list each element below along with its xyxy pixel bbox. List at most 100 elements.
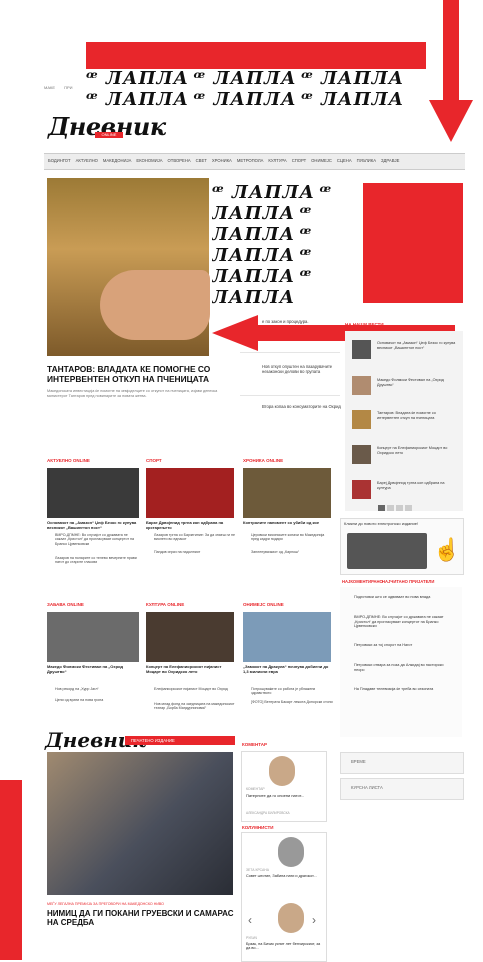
section-image[interactable] xyxy=(146,612,234,662)
nav-item[interactable]: ХРОНИКА xyxy=(212,158,232,164)
nav-item[interactable]: МЕТРОПОЛА xyxy=(237,158,264,164)
section-caption[interactable]: Македо Филмски Фестивал на „Охрид Друштв… xyxy=(47,664,139,675)
exchange-widget[interactable]: КУРСНА ЛИСТА xyxy=(340,778,464,800)
section-image[interactable] xyxy=(146,468,234,518)
topbar-link-2[interactable]: ПРИ xyxy=(64,85,72,90)
news-thumb[interactable] xyxy=(352,445,371,464)
hero-description: Македонската инвестиција ќе помогне на з… xyxy=(47,389,218,398)
section-label[interactable]: СПОРТ xyxy=(146,458,162,463)
list-item[interactable]: Подготовки што се одвиваат во нова влада xyxy=(354,595,454,600)
section-bullet[interactable]: Нов рекорд на „Хурр Јагл“ xyxy=(55,687,139,691)
nav-item[interactable]: ОНИМЕЈС xyxy=(311,158,332,164)
logo-online-badge: ONLINE xyxy=(95,132,123,138)
news-thumb[interactable] xyxy=(352,340,371,359)
news-link[interactable]: Основачот на „Амазон“ Џеф Безос го купув… xyxy=(377,341,457,350)
nav-item[interactable]: БОДИНГОТ xyxy=(48,158,71,164)
nav-item[interactable]: ПУБЛИКА xyxy=(357,158,376,164)
section-bullet[interactable]: Церовски висинските копачи во Македонија… xyxy=(251,533,333,542)
section-label[interactable]: ОНИМЕЈС ONLINE xyxy=(243,602,284,607)
e-edition-promo[interactable]: Кликни до новото електронско издание! ☝ xyxy=(340,518,464,575)
section-bullet[interactable]: Лазаров на поларите со телево вечерните … xyxy=(55,556,139,565)
side-link-2[interactable]: Нов откуп опуштен на пазарувачите незако… xyxy=(262,364,342,375)
nav-item[interactable]: МАКЕДОНИЈА xyxy=(103,158,132,164)
list-item[interactable]: Петровски за тој спорот на Нагот xyxy=(354,643,454,648)
left-arrow-head-icon xyxy=(212,315,258,351)
section-caption[interactable]: „Замокот на Дракула“ почнува добиени до … xyxy=(243,664,333,675)
main-nav: БОДИНГОТ АКТУЕЛНО МАКЕДОНИЈА ЕКОНОМИЈА О… xyxy=(44,153,465,170)
side-link-1[interactable]: е по закон и процедура. xyxy=(262,319,342,325)
carousel-next-icon[interactable]: › xyxy=(312,913,316,927)
section-bullet[interactable]: Лазаров тргна со Барзегиние: За да знаеш… xyxy=(154,533,236,542)
carousel-prev-icon[interactable]: ‹ xyxy=(248,913,252,927)
section-image[interactable] xyxy=(243,468,331,518)
red-ad-banner xyxy=(86,42,426,69)
section-image[interactable] xyxy=(243,612,331,662)
news-link[interactable]: Македо Филмски Фестивал на „Охрид Друштв… xyxy=(377,378,457,387)
print-lead-image[interactable] xyxy=(47,752,233,895)
hero-headline[interactable]: ТАНТАРОВ: ВЛАДАТА КЕ ПОМОГНЕ СО ИНТЕРВЕН… xyxy=(47,364,217,384)
e-edition-text: Кликни до новото електронско издание! xyxy=(344,521,419,526)
columnist-text[interactable]: Брзак, на Бичик успит лет бенчирскиот, з… xyxy=(246,942,322,951)
section-bullet[interactable]: Потрошуваќите со работа је ублажени здра… xyxy=(251,687,333,696)
list-item[interactable]: Петровски отвара за поза да Алкидај во п… xyxy=(354,663,454,672)
komentar-box[interactable]: КОМЕНТАР Патерните да го споени патот...… xyxy=(241,751,327,822)
section-label[interactable]: ХРОНИКА ONLINE xyxy=(243,458,283,463)
section-caption[interactable]: Барзе Дрвојпнид тргна кон одбрана на крс… xyxy=(146,520,236,531)
pager-dots[interactable] xyxy=(378,505,418,511)
komentar-author: АЛЕКСАНДРА БИЛИРОВСКА xyxy=(246,811,290,815)
komentar-text[interactable]: Патерните да го споени патот... xyxy=(246,793,322,799)
red-ad-box xyxy=(363,183,463,303)
columnist-name: РУБИЧ xyxy=(246,936,258,940)
pager-dot[interactable] xyxy=(405,505,412,511)
section-image[interactable] xyxy=(47,468,139,518)
side-link-3[interactable]: Втора копаа во консуматорите на Охрид xyxy=(262,404,342,410)
section-bullet[interactable]: [ФОТО] Вентрата Бакарт лежота Донорски с… xyxy=(251,700,333,704)
section-bullet[interactable]: Елефаниорскиот пијанист Моцарт во Охрид xyxy=(154,687,236,691)
section-bullet[interactable]: Пандов играч на надолниот xyxy=(154,550,236,554)
columnist-text[interactable]: Совет штотип, Забина нати и драгокот... xyxy=(246,874,322,878)
hero-hand-image xyxy=(100,270,210,340)
list-item[interactable]: ВМРО-ДПМНЕ: Во случајот со државата не с… xyxy=(354,615,454,629)
section-caption[interactable]: Концерт на Елефаниорскиот пијанист Моцар… xyxy=(146,664,236,675)
section-bullet[interactable]: Запленувачкиот од „Карпош“ xyxy=(251,550,333,554)
weather-label: ВРЕМЕ xyxy=(351,759,366,764)
section-bullet[interactable]: Цени од врати на нова грона xyxy=(55,698,139,702)
devices-image xyxy=(347,533,427,569)
right-news-label: НА НАШИ ВЕСТИ xyxy=(345,322,384,327)
section-caption[interactable]: Контролите напомент со убиби од кое xyxy=(243,520,333,526)
nav-item[interactable]: ЕКОНОМИЈА xyxy=(136,158,162,164)
news-thumb[interactable] xyxy=(352,376,371,395)
nav-item[interactable]: АКТУЕЛНО xyxy=(76,158,98,164)
pager-dot[interactable] xyxy=(396,505,403,511)
nav-item[interactable]: СЦЕНА xyxy=(337,158,352,164)
komentar-label: КОМЕНТАР xyxy=(242,742,267,747)
nav-item[interactable]: КУЛТУРА xyxy=(268,158,286,164)
tab-most-read[interactable]: НАЈЧИТАНО ПРИЈАТЕЛИ xyxy=(382,579,434,585)
list-item[interactable]: На Пладаве телевизија ќе треба во сезона… xyxy=(354,687,454,692)
nav-item[interactable]: СПОРТ xyxy=(292,158,306,164)
section-image[interactable] xyxy=(47,612,139,662)
weather-widget[interactable]: ВРЕМЕ xyxy=(340,752,464,774)
tab-most-commented[interactable]: НАЈКОМЕНТИРАНО xyxy=(342,579,383,585)
section-bullet[interactable]: Нов млад фонд на заедницата на македонск… xyxy=(154,702,236,711)
nav-item[interactable]: СВЕТ xyxy=(196,158,207,164)
news-link[interactable]: Тантаров: Владата ќе помогне со интервен… xyxy=(377,411,457,420)
side-divider xyxy=(240,395,340,396)
section-label[interactable]: ЗАБАВА ONLINE xyxy=(47,602,84,607)
nav-item[interactable]: ЗДРАВЈЕ xyxy=(381,158,399,164)
section-bullet[interactable]: ВМРО-ДПМНЕ: Во случајот со државата не с… xyxy=(55,533,139,546)
pager-dot[interactable] xyxy=(387,505,394,511)
topbar-link-1[interactable]: МАКЕ xyxy=(44,85,55,90)
top-utility-bar: МАКЕ ПРИ xyxy=(44,85,464,98)
komentar-kicker: КОМЕНТАР xyxy=(246,787,265,791)
news-thumb[interactable] xyxy=(352,410,371,429)
section-label[interactable]: АКТУЕЛНО ONLINE xyxy=(47,458,90,463)
print-headline[interactable]: НИМИЦ ДА ГИ ПОКАНИ ГРУЕВСКИ И САМАРАС НА… xyxy=(47,909,237,927)
news-link[interactable]: Бареј Дрвојпнид тргна кон одбрана на кул… xyxy=(377,481,457,490)
nav-item[interactable]: ОТВОРЕНА xyxy=(168,158,191,164)
pager-dot[interactable] xyxy=(378,505,385,511)
section-caption[interactable]: Основачот на „Амазон“ Џеф Безос го купув… xyxy=(47,520,139,531)
section-label[interactable]: КУЛТУРА ONLINE xyxy=(146,602,184,607)
news-thumb[interactable] xyxy=(352,480,371,499)
news-link[interactable]: Концерт на Елефаниорскиот Моцарт во Охри… xyxy=(377,446,457,455)
